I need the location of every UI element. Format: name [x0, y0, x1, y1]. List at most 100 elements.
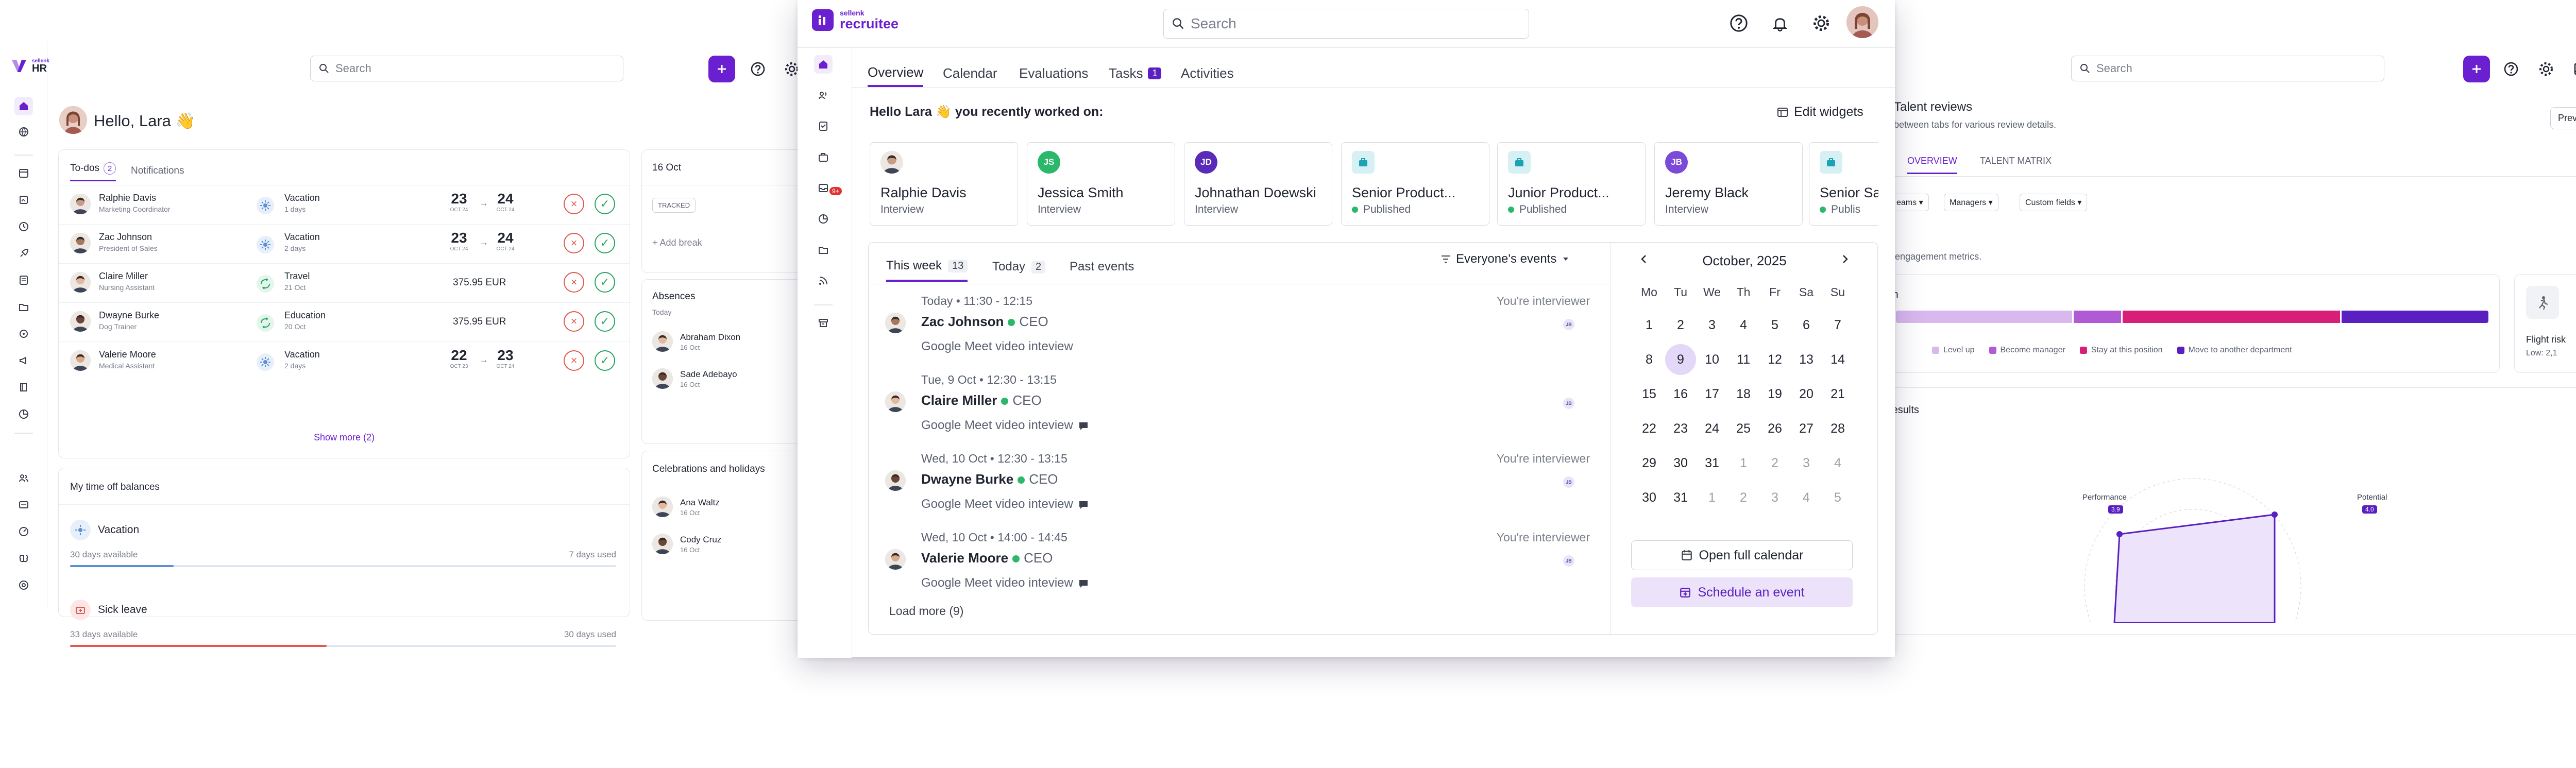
reject-button[interactable]: ×	[564, 272, 584, 293]
tab-tasks[interactable]: Tasks 1	[1109, 59, 1162, 87]
event-item[interactable]: Wed, 10 Oct • 14:00 - 14:45 Valerie Moore…	[869, 531, 1590, 608]
calendar-day[interactable]: 1	[1634, 310, 1665, 340]
dashboard-icon[interactable]	[14, 522, 33, 541]
calendar-day[interactable]: 20	[1791, 379, 1822, 409]
events-tab[interactable]: Today 2	[992, 252, 1046, 282]
calendar-day[interactable]: 19	[1759, 379, 1790, 409]
archive-icon[interactable]	[814, 314, 833, 332]
folder-icon[interactable]	[14, 298, 33, 316]
globe-icon[interactable]	[14, 123, 33, 141]
reject-button[interactable]: ×	[564, 350, 584, 371]
calendar-day[interactable]: 31	[1697, 448, 1727, 479]
todo-row[interactable]: Ralphie Davis Marketing Coordinator Vacati…	[59, 185, 630, 223]
calendar-day[interactable]: 2	[1759, 448, 1790, 479]
support-icon[interactable]	[14, 576, 33, 594]
talent-panel-icon[interactable]	[2569, 58, 2576, 80]
home-icon[interactable]	[814, 55, 833, 74]
preview-form-button[interactable]: Preview form template	[2550, 107, 2576, 129]
calendar-day[interactable]: 27	[1791, 413, 1822, 444]
calendar-day[interactable]: 5	[1822, 482, 1853, 513]
book-icon[interactable]	[14, 378, 33, 397]
event-item[interactable]: Today • 11:30 - 12:15 Zac Johnson CEO Googl…	[869, 294, 1590, 371]
tab-evaluations[interactable]: Evaluations	[1019, 59, 1088, 87]
approve-button[interactable]: ✓	[595, 194, 615, 214]
todos-tab[interactable]: To-dos 2	[70, 162, 116, 181]
calendar-day[interactable]: 3	[1791, 448, 1822, 479]
recent-card[interactable]: Senior Sa Publis	[1809, 142, 1878, 226]
brain-icon[interactable]	[14, 549, 33, 568]
calendar-day[interactable]: 17	[1697, 379, 1727, 409]
calendar-day[interactable]: 18	[1728, 379, 1759, 409]
recent-card[interactable]: Junior Product... Published	[1497, 142, 1646, 226]
show-more-link[interactable]: Show more (2)	[59, 432, 630, 443]
calendar-day[interactable]: 24	[1697, 413, 1727, 444]
document-icon[interactable]	[14, 271, 33, 289]
candidates-icon[interactable]	[814, 86, 833, 105]
rocket-icon[interactable]	[14, 244, 33, 263]
calendar-day[interactable]: 8	[1634, 344, 1665, 375]
notifications-tab[interactable]: Notifications	[131, 165, 184, 177]
calendar-day[interactable]: 2	[1665, 310, 1696, 340]
gear-icon[interactable]	[1808, 10, 1834, 36]
open-full-calendar-button[interactable]: Open full calendar	[1631, 540, 1853, 570]
calendar-day[interactable]: 12	[1759, 344, 1790, 375]
tab-activities[interactable]: Activities	[1181, 59, 1234, 87]
todo-row[interactable]: Valerie Moore Medical Assistant Vacation 2 …	[59, 342, 630, 380]
load-more-link[interactable]: Load more (9)	[889, 604, 963, 618]
calendar-day[interactable]: 7	[1822, 310, 1853, 340]
help-icon[interactable]	[1726, 10, 1752, 36]
talent-help-icon[interactable]	[2500, 58, 2522, 80]
hr-logo[interactable]: sellenk HR	[10, 57, 49, 74]
schedule-event-button[interactable]: Schedule an event	[1631, 577, 1853, 607]
calendar-day-today[interactable]: 9	[1665, 344, 1696, 375]
inbox-icon[interactable]	[814, 179, 833, 197]
calendar-day[interactable]: 3	[1697, 310, 1727, 340]
star-icon[interactable]	[14, 325, 33, 343]
calendar-day[interactable]: 6	[1791, 310, 1822, 340]
event-item[interactable]: Wed, 10 Oct • 12:30 - 13:15 Dwayne Burke C…	[869, 452, 1590, 529]
recent-card[interactable]: Ralphie Davis Interview	[870, 142, 1018, 226]
calendar-day[interactable]: 11	[1728, 344, 1759, 375]
calendar-day[interactable]: 10	[1697, 344, 1727, 375]
next-month-icon[interactable]	[1840, 254, 1850, 264]
recent-card[interactable]: JS Jessica Smith Interview	[1027, 142, 1175, 226]
tab-talent-matrix[interactable]: TALENT MATRIX	[1980, 156, 2052, 166]
approve-button[interactable]: ✓	[595, 233, 615, 253]
briefcase-icon[interactable]	[814, 148, 833, 166]
calendar-day[interactable]: 13	[1791, 344, 1822, 375]
calendar-day[interactable]: 29	[1634, 448, 1665, 479]
calendar-day[interactable]: 26	[1759, 413, 1790, 444]
folder-icon[interactable]	[814, 241, 833, 259]
tab-overview[interactable]: Overview	[868, 59, 924, 87]
everyone-events-dropdown[interactable]: Everyone's events	[1440, 252, 1570, 266]
filter-custom-fields[interactable]: Custom fields ▾	[2020, 194, 2088, 211]
recruitee-search-input[interactable]: Search	[1163, 9, 1529, 39]
calendar-day[interactable]: 14	[1822, 344, 1853, 375]
filter-managers[interactable]: Managers ▾	[1944, 194, 1998, 211]
calendar-day[interactable]: 4	[1728, 310, 1759, 340]
home-icon[interactable]	[14, 97, 33, 115]
calendar-day[interactable]: 28	[1822, 413, 1853, 444]
tab-calendar[interactable]: Calendar	[943, 59, 997, 87]
todo-row[interactable]: Dwayne Burke Dog Trainer Education 20 Oct 37…	[59, 302, 630, 340]
calendar-day[interactable]: 30	[1634, 482, 1665, 513]
reject-button[interactable]: ×	[564, 311, 584, 332]
card-icon[interactable]	[14, 496, 33, 514]
talent-settings-icon[interactable]	[2535, 58, 2557, 80]
events-tab[interactable]: Past events	[1070, 252, 1134, 282]
edit-widgets-button[interactable]: Edit widgets	[1776, 105, 1863, 120]
todo-row[interactable]: Zac Johnson President of Sales Vacation 2 d…	[59, 224, 630, 262]
events-tab[interactable]: This week 13	[886, 252, 968, 282]
calendar-day[interactable]: 23	[1665, 413, 1696, 444]
recent-card[interactable]: JB Jeremy Black Interview	[1654, 142, 1803, 226]
user-avatar[interactable]	[1846, 6, 1878, 38]
approve-button[interactable]: ✓	[595, 311, 615, 332]
calendar-day[interactable]: 2	[1728, 482, 1759, 513]
clock-icon[interactable]	[14, 217, 33, 236]
reject-button[interactable]: ×	[564, 233, 584, 253]
filter-teams[interactable]: eams ▾	[1891, 194, 1929, 211]
calendar-day[interactable]: 31	[1665, 482, 1696, 513]
calendar-day[interactable]: 1	[1697, 482, 1727, 513]
talent-search-input[interactable]: Search	[2071, 56, 2384, 81]
reject-button[interactable]: ×	[564, 194, 584, 214]
